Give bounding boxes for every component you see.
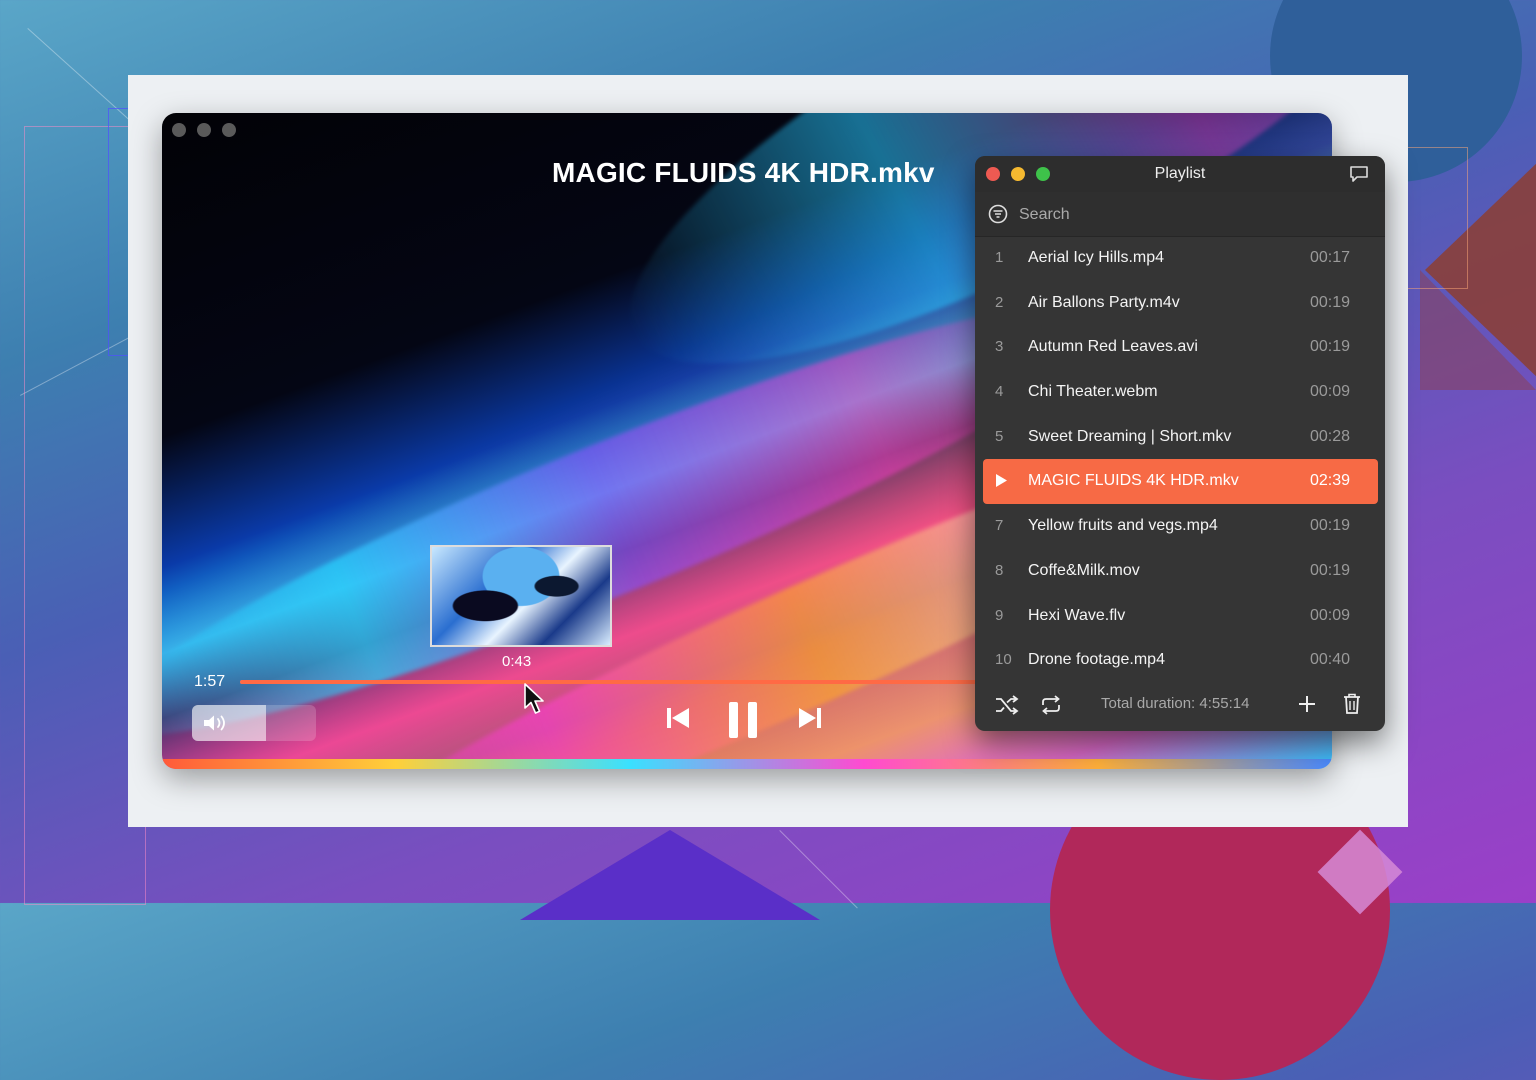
playlist-item-title: Autumn Red Leaves.avi — [1028, 338, 1198, 356]
background-box — [1400, 147, 1468, 289]
playlist-item[interactable]: 3 Autumn Red Leaves.avi 00:19 — [983, 325, 1378, 370]
volume-slider[interactable] — [192, 705, 316, 741]
playlist-item-title: Chi Theater.webm — [1028, 383, 1158, 401]
mouse-cursor-icon — [524, 683, 546, 720]
playlist-item-title: Drone footage.mp4 — [1028, 651, 1165, 669]
pause-icon[interactable] — [728, 701, 758, 744]
playlist-item-title: Coffe&Milk.mov — [1028, 561, 1140, 579]
playlist-item-duration: 00:28 — [1309, 427, 1350, 445]
playlist-item-number: 5 — [995, 427, 1004, 445]
playlist-item-number: 3 — [995, 338, 1004, 356]
playlist-item-duration: 02:39 — [1309, 472, 1350, 490]
seek-bar-fill — [240, 680, 978, 684]
playlist-item-title: Yellow fruits and vegs.mp4 — [1028, 517, 1218, 535]
playlist-titlebar: Playlist — [975, 156, 1385, 192]
seek-bar[interactable] — [240, 680, 980, 684]
speaker-icon[interactable] — [202, 714, 230, 737]
playlist-item[interactable]: 10 Drone footage.mp4 00:40 — [983, 638, 1378, 683]
playlist-item-duration: 00:17 — [1309, 249, 1350, 266]
playlist-item-title: Hexi Wave.flv — [1028, 606, 1126, 624]
playlist-item-number: 4 — [995, 383, 1004, 401]
playlist-item-number: 8 — [995, 561, 1004, 579]
playlist-item-duration: 00:19 — [1309, 517, 1350, 535]
zoom-button[interactable] — [222, 123, 236, 137]
playback-controls: 0:43 1:57 — [172, 645, 992, 755]
filter-icon[interactable] — [988, 204, 1008, 229]
playlist-item[interactable]: 2 Air Ballons Party.m4v 00:19 — [983, 281, 1378, 326]
plus-icon[interactable] — [1297, 694, 1317, 719]
trash-icon[interactable] — [1343, 693, 1361, 719]
playlist-item-duration: 00:40 — [1309, 651, 1350, 669]
search-input[interactable] — [1017, 203, 1361, 227]
playlist-item-number: 10 — [995, 651, 1012, 669]
playlist-window: Playlist 1 Aerial Icy Hills.mp4 00:17 2 Air … — [975, 156, 1385, 731]
seek-preview-thumbnail — [430, 545, 612, 647]
playlist-item-number: 9 — [995, 606, 1004, 624]
repeat-icon[interactable] — [1039, 695, 1063, 720]
playlist-item-duration: 00:09 — [1309, 606, 1350, 624]
skip-forward-icon[interactable] — [796, 707, 822, 734]
playlist-item-number: 7 — [995, 517, 1004, 535]
current-time: 1:57 — [194, 673, 226, 690]
playlist-item[interactable]: 7 Yellow fruits and vegs.mp4 00:19 — [983, 504, 1378, 549]
playlist-list: 1 Aerial Icy Hills.mp4 00:17 2 Air Ballons P… — [983, 236, 1378, 683]
playlist-footer: Total duration: 4:55:14 — [975, 684, 1385, 731]
playlist-item[interactable]: 8 Coffe&Milk.mov 00:19 — [983, 549, 1378, 594]
minimize-button[interactable] — [197, 123, 211, 137]
close-button[interactable] — [172, 123, 186, 137]
seek-hover-time: 0:43 — [502, 653, 532, 670]
play-icon — [995, 472, 1025, 492]
playlist-item-duration: 00:19 — [1309, 293, 1350, 311]
playlist-item-duration: 00:09 — [1309, 383, 1350, 401]
playlist-title: Playlist — [1154, 165, 1206, 182]
playlist-item-title: Air Ballons Party.m4v — [1028, 293, 1180, 311]
video-bottom-edge — [162, 759, 1332, 769]
playlist-search — [975, 192, 1385, 237]
skip-back-icon[interactable] — [666, 707, 692, 734]
playlist-item-playing[interactable]: MAGIC FLUIDS 4K HDR.mkv 02:39 — [983, 459, 1378, 505]
playlist-item-number: 2 — [995, 293, 1004, 311]
shuffle-icon[interactable] — [995, 695, 1019, 720]
playlist-item-number: 1 — [995, 249, 1004, 266]
playlist-item-duration: 00:19 — [1309, 338, 1350, 356]
playlist-item-title: Aerial Icy Hills.mp4 — [1028, 249, 1165, 266]
playlist-item[interactable]: 1 Aerial Icy Hills.mp4 00:17 — [983, 236, 1378, 281]
playlist-item-title: MAGIC FLUIDS 4K HDR.mkv — [1028, 472, 1239, 490]
playlist-item[interactable]: 4 Chi Theater.webm 00:09 — [983, 370, 1378, 415]
playlist-item-title: Sweet Dreaming | Short.mkv — [1028, 427, 1232, 445]
window-controls — [172, 123, 236, 137]
playlist-item-duration: 00:19 — [1309, 561, 1350, 579]
chat-icon[interactable] — [1349, 165, 1369, 188]
playlist-item[interactable]: 9 Hexi Wave.flv 00:09 — [983, 594, 1378, 639]
background-triangle — [520, 830, 820, 920]
playlist-item[interactable]: 5 Sweet Dreaming | Short.mkv 00:28 — [983, 415, 1378, 460]
total-duration: Total duration: 4:55:14 — [1101, 695, 1250, 712]
video-title: MAGIC FLUIDS 4K HDR.mkv — [552, 157, 935, 188]
